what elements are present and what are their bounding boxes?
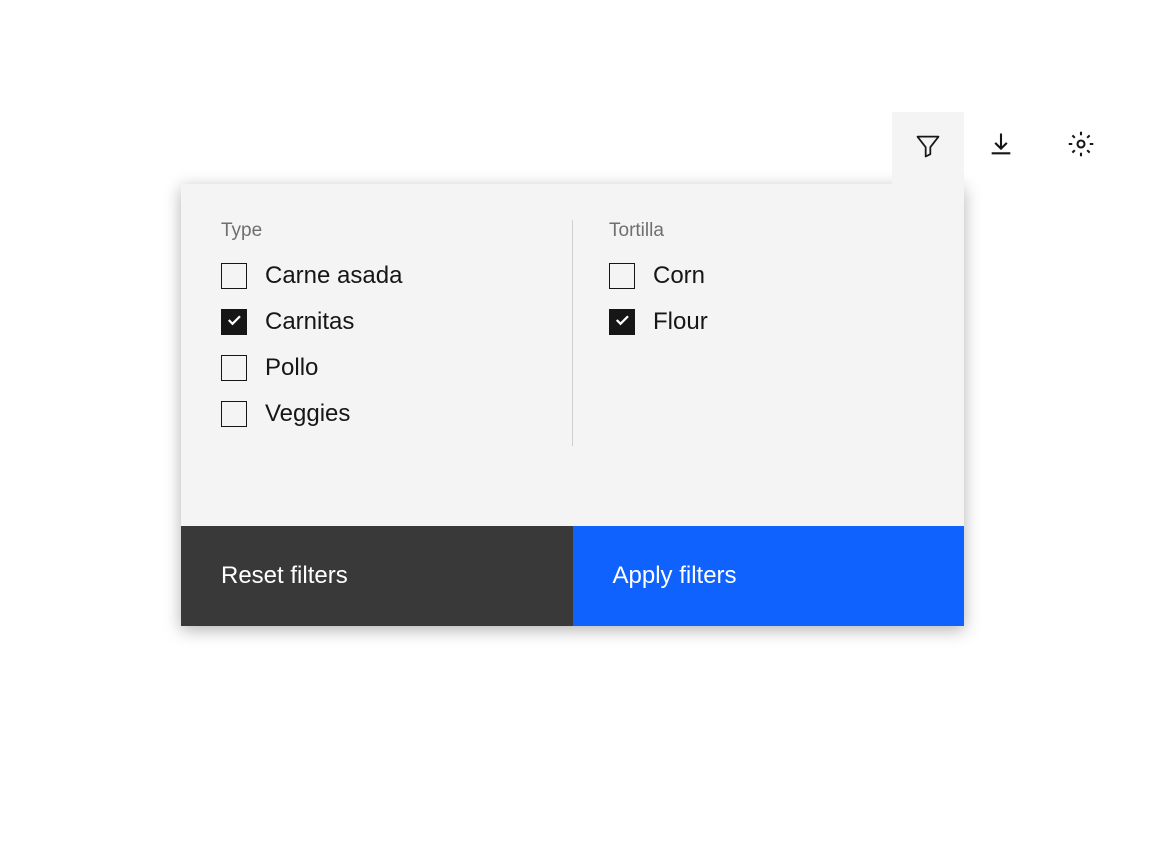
button-row: Reset filters Apply filters	[181, 526, 964, 626]
checkbox-row-carnitas[interactable]: Carnitas	[221, 308, 536, 336]
gear-icon	[1067, 130, 1095, 163]
checkbox-pollo[interactable]	[221, 355, 247, 381]
checkbox-row-pollo[interactable]: Pollo	[221, 354, 536, 382]
checkbox-label: Veggies	[265, 400, 350, 428]
download-button[interactable]	[985, 130, 1017, 162]
checkbox-carne-asada[interactable]	[221, 263, 247, 289]
checkbox-row-carne-asada[interactable]: Carne asada	[221, 262, 536, 290]
filter-content: Type Carne asada Carnitas Pollo	[181, 184, 964, 526]
checkbox-row-veggies[interactable]: Veggies	[221, 400, 536, 428]
checkbox-label: Carnitas	[265, 308, 354, 336]
filter-column-tortilla: Tortilla Corn Flour	[573, 220, 924, 446]
checkbox-label: Pollo	[265, 354, 318, 382]
download-icon	[987, 130, 1015, 163]
apply-filters-button[interactable]: Apply filters	[573, 526, 965, 626]
checkbox-label: Corn	[653, 262, 705, 290]
toolbar-icons	[985, 130, 1097, 162]
filter-tab[interactable]	[892, 112, 964, 184]
checkbox-flour[interactable]	[609, 309, 635, 335]
check-icon	[613, 311, 631, 334]
check-icon	[225, 311, 243, 334]
checkbox-carnitas[interactable]	[221, 309, 247, 335]
checkbox-label: Carne asada	[265, 262, 402, 290]
column-header-type: Type	[221, 220, 536, 242]
reset-filters-button[interactable]: Reset filters	[181, 526, 573, 626]
checkbox-row-flour[interactable]: Flour	[609, 308, 924, 336]
checkbox-corn[interactable]	[609, 263, 635, 289]
column-header-tortilla: Tortilla	[609, 220, 924, 242]
filter-icon	[914, 132, 942, 165]
checkbox-veggies[interactable]	[221, 401, 247, 427]
filter-panel: Type Carne asada Carnitas Pollo	[181, 184, 964, 626]
checkbox-row-corn[interactable]: Corn	[609, 262, 924, 290]
checkbox-label: Flour	[653, 308, 708, 336]
settings-button[interactable]	[1065, 130, 1097, 162]
filter-column-type: Type Carne asada Carnitas Pollo	[221, 220, 573, 446]
